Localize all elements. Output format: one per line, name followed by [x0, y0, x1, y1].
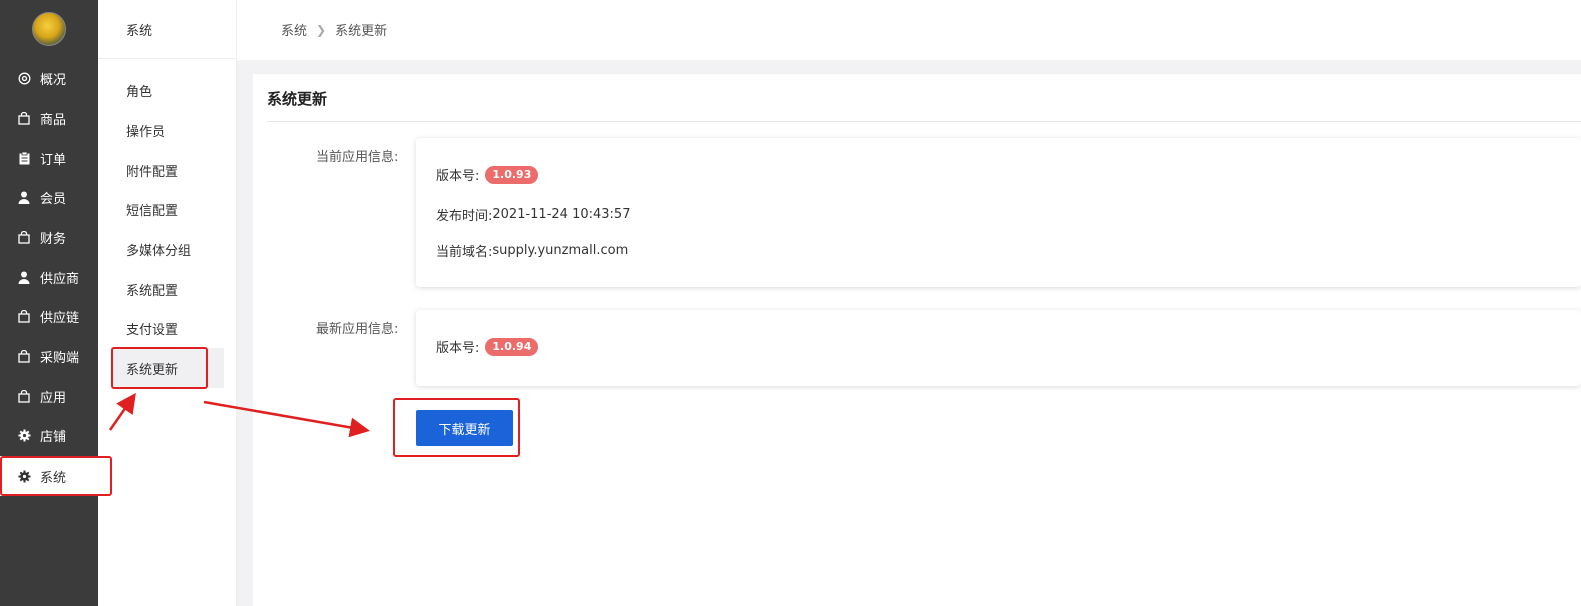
sidebar-item-label: 概况: [40, 72, 67, 88]
submenu: 系统 角色 操作员 附件配置 短信配置 多媒体分组 系统配置 支付设置 系统更新: [98, 0, 237, 606]
current-info-card: 版本号: 1.0.93 发布时间: 2021-11-24 10:43:57 当前…: [416, 138, 1581, 287]
current-info-label: 当前应用信息:: [316, 150, 399, 165]
sidebar-item-label: 会员: [40, 191, 67, 207]
sidebar-item-suppliers[interactable]: 供应商: [0, 257, 98, 297]
domain-row: 当前域名: supply.yunzmall.com: [436, 241, 628, 260]
avatar[interactable]: [32, 12, 66, 46]
version-label: 版本号:: [436, 169, 480, 184]
submenu-item-sms-config[interactable]: 短信配置: [111, 189, 224, 229]
release-time-label: 发布时间:: [436, 209, 493, 224]
bag-icon: [17, 389, 31, 403]
top-bar: 系统 ❯ 系统更新: [237, 0, 1581, 60]
divider: [98, 58, 237, 59]
version-badge: 1.0.94: [485, 337, 539, 356]
sidebar-item-label: 商品: [40, 112, 67, 128]
sidebar-item-label: 财务: [40, 231, 67, 247]
sidebar-item-label: 采购端: [40, 350, 80, 366]
sidebar-item-overview[interactable]: 概况: [0, 58, 98, 98]
domain-value: supply.yunzmall.com: [492, 243, 629, 258]
divider: [267, 121, 1581, 122]
sidebar-item-goods[interactable]: 商品: [0, 98, 98, 138]
sidebar-item-supply-chain[interactable]: 供应链: [0, 296, 98, 336]
latest-info-label: 最新应用信息:: [316, 322, 399, 337]
dashboard-icon: [17, 71, 31, 85]
page-title: 系统更新: [267, 90, 328, 108]
latest-info-card: 版本号: 1.0.94: [416, 310, 1581, 386]
bag-icon: [17, 111, 31, 125]
version-label: 版本号:: [436, 341, 480, 356]
sidebar-item-label: 供应商: [40, 271, 80, 287]
submenu-title: 系统: [126, 24, 153, 39]
submenu-item-roles[interactable]: 角色: [111, 70, 224, 110]
clipboard-icon: [17, 151, 31, 165]
submenu-item-operators[interactable]: 操作员: [111, 110, 224, 150]
latest-version-row: 版本号: 1.0.94: [436, 337, 539, 356]
version-badge: 1.0.93: [485, 165, 539, 184]
sidebar-item-members[interactable]: 会员: [0, 177, 98, 217]
bag-icon: [17, 349, 31, 363]
sidebar-item-label: 订单: [40, 152, 67, 168]
main-sidebar: 概况 商品 订单 会员 财务 供应商 供应链 采购端 应用 店铺 系统: [0, 0, 98, 606]
chevron-right-icon: ❯: [316, 22, 327, 37]
release-time-row: 发布时间: 2021-11-24 10:43:57: [436, 205, 630, 224]
sidebar-item-store[interactable]: 店铺: [0, 415, 98, 455]
breadcrumb-current: 系统更新: [335, 24, 388, 39]
release-time-value: 2021-11-24 10:43:57: [492, 207, 631, 222]
bag-icon: [17, 309, 31, 323]
current-version-row: 版本号: 1.0.93: [436, 165, 539, 184]
bag-icon: [17, 230, 31, 244]
submenu-item-media-groups[interactable]: 多媒体分组: [111, 229, 224, 269]
submenu-item-payment-settings[interactable]: 支付设置: [111, 308, 224, 348]
sidebar-item-label: 店铺: [40, 429, 67, 445]
annotation-box-download: [393, 398, 520, 457]
sidebar-item-orders[interactable]: 订单: [0, 138, 98, 178]
user-icon: [17, 190, 31, 204]
submenu-item-system-config[interactable]: 系统配置: [111, 269, 224, 309]
breadcrumb-root[interactable]: 系统: [281, 20, 307, 39]
domain-label: 当前域名:: [436, 245, 493, 260]
annotation-box-system: [0, 456, 112, 496]
breadcrumb: 系统 ❯ 系统更新: [281, 20, 388, 40]
sidebar-item-label: 供应链: [40, 310, 80, 326]
submenu-item-attachment-config[interactable]: 附件配置: [111, 150, 224, 190]
sidebar-item-finance[interactable]: 财务: [0, 217, 98, 257]
sidebar-item-label: 应用: [40, 390, 67, 406]
sidebar-item-apps[interactable]: 应用: [0, 376, 98, 416]
sidebar-item-purchasing[interactable]: 采购端: [0, 336, 98, 376]
gear-icon: [17, 428, 31, 442]
user-icon: [17, 270, 31, 284]
annotation-box-system-update: [111, 347, 208, 389]
